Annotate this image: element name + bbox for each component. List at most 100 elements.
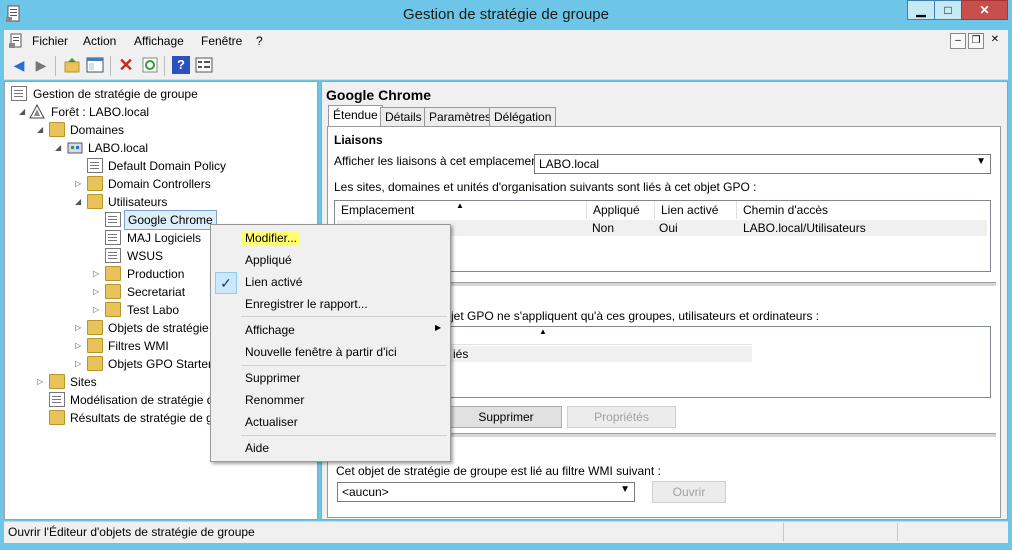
tab-delegation[interactable]: Délégation — [489, 107, 557, 127]
location-combobox[interactable]: LABO.local ▼ — [534, 154, 991, 174]
menu-item-lien-active[interactable]: Lien activé — [245, 275, 302, 289]
ou-folder-icon — [105, 284, 121, 299]
menu-separator — [241, 365, 447, 366]
security-filter-listview[interactable]: ▲ iés — [450, 326, 991, 398]
menu-action[interactable]: Action — [83, 34, 116, 48]
section-splitter[interactable] — [450, 433, 996, 437]
menu-item-renommer[interactable]: Renommer — [245, 393, 304, 407]
menu-item-enregistrer-rapport[interactable]: Enregistrer le rapport... — [245, 297, 368, 311]
sort-up-icon: ▲ — [539, 327, 547, 336]
status-text: Ouvrir l'Éditeur d'objets de stratégie d… — [8, 525, 255, 539]
col-applique[interactable]: Appliqué — [587, 201, 655, 219]
show-links-label: Afficher les liaisons à cet emplacement … — [334, 154, 548, 168]
tab-etendue[interactable]: Étendue — [328, 105, 383, 127]
back-arrow-icon[interactable]: ◀ — [10, 56, 28, 74]
wmi-filter-combobox[interactable]: <aucun> ▼ — [337, 482, 635, 502]
collapsed-arrow-icon[interactable]: ▷ — [75, 319, 81, 337]
gpo-link-icon — [105, 230, 121, 245]
security-filter-text: jet GPO ne s'appliquent qu'à ces groupes… — [451, 309, 820, 323]
toolbar-separator — [164, 56, 165, 76]
gpo-link-icon — [105, 212, 121, 227]
col-lien-active[interactable]: Lien activé — [655, 201, 737, 219]
col-chemin[interactable]: Chemin d'accès — [737, 201, 990, 219]
menu-fichier[interactable]: Fichier — [32, 34, 68, 48]
gpo-link-icon — [87, 158, 103, 173]
mdi-minimize-button[interactable]: – — [950, 33, 966, 49]
status-separator — [783, 523, 784, 541]
header-divider — [451, 344, 752, 345]
wmi-filter-text: Cet objet de stratégie de groupe est lié… — [336, 464, 661, 478]
show-hide-tree-icon[interactable] — [86, 56, 104, 74]
links-heading: Liaisons — [334, 133, 383, 147]
results-icon — [49, 410, 65, 425]
mdi-close-button[interactable]: ✕ — [987, 33, 1003, 49]
ou-folder-icon — [105, 266, 121, 281]
gpo-link-icon — [105, 248, 121, 263]
menu-item-supprimer[interactable]: Supprimer — [245, 371, 300, 385]
menu-item-modifier[interactable]: Modifier... — [242, 231, 301, 245]
context-menu: Modifier... Appliqué ✓ Lien activé Enreg… — [210, 224, 451, 462]
menu-item-nouvelle-fenetre[interactable]: Nouvelle fenêtre à partir d'ici — [245, 345, 397, 359]
properties-pane-icon[interactable] — [195, 56, 213, 74]
menu-help[interactable]: ? — [256, 34, 263, 48]
open-button[interactable]: Ouvrir — [652, 481, 726, 503]
menu-fenetre[interactable]: Fenêtre — [201, 34, 242, 48]
ou-folder-icon — [87, 194, 103, 209]
gpo-title: Google Chrome — [326, 87, 432, 103]
expanded-arrow-icon[interactable]: ◢ — [75, 193, 81, 211]
row-applique-value: Non — [592, 221, 615, 235]
collapsed-arrow-icon[interactable]: ▷ — [75, 175, 81, 193]
linked-sites-text: Les sites, domaines et unités d'organisa… — [334, 180, 757, 194]
menu-item-affichage[interactable]: Affichage — [245, 323, 295, 337]
forward-arrow-icon[interactable]: ▶ — [32, 56, 50, 74]
up-folder-icon[interactable] — [63, 56, 81, 74]
expanded-arrow-icon[interactable]: ◢ — [37, 121, 43, 139]
forest-triangle-icon — [29, 103, 45, 119]
status-separator — [897, 523, 898, 541]
collapsed-arrow-icon[interactable]: ▷ — [75, 337, 81, 355]
close-button[interactable]: ✕ — [961, 0, 1008, 20]
chevron-down-icon: ▼ — [620, 484, 630, 495]
expanded-arrow-icon[interactable]: ◢ — [55, 139, 61, 157]
row-chemin-value: LABO.local/Utilisateurs — [743, 221, 866, 235]
filter-item-label: iés — [453, 347, 469, 361]
list-item[interactable] — [451, 346, 752, 362]
toolbar-separator — [110, 56, 111, 76]
console-icon — [11, 86, 27, 101]
row-lien-active-value: Oui — [659, 221, 678, 235]
minimize-button[interactable]: ▁ — [907, 0, 935, 20]
sites-folder-icon — [49, 374, 65, 389]
maximize-button[interactable]: □ — [934, 0, 962, 20]
help-icon[interactable]: ? — [172, 56, 190, 74]
delete-x-icon[interactable]: ✕ — [117, 56, 135, 74]
ou-folder-icon — [105, 302, 121, 317]
collapsed-arrow-icon[interactable]: ▷ — [75, 355, 81, 373]
domains-folder-icon — [49, 122, 65, 137]
window-title: Gestion de stratégie de groupe — [403, 6, 609, 23]
menu-separator — [241, 316, 447, 317]
menu-item-aide[interactable]: Aide — [245, 441, 269, 455]
wmi-folder-icon — [87, 338, 103, 353]
starter-folder-icon — [87, 356, 103, 371]
refresh-icon[interactable] — [141, 56, 159, 74]
collapsed-arrow-icon[interactable]: ▷ — [37, 373, 43, 391]
collapsed-arrow-icon[interactable]: ▷ — [93, 265, 99, 283]
domain-icon — [67, 140, 83, 155]
menu-item-actualiser[interactable]: Actualiser — [245, 415, 298, 429]
menu-item-applique[interactable]: Appliqué — [245, 253, 292, 267]
menu-affichage[interactable]: Affichage — [134, 34, 184, 48]
document-icon[interactable] — [9, 33, 25, 49]
section-splitter[interactable] — [450, 282, 996, 286]
sort-up-icon: ▲ — [456, 201, 464, 210]
tab-details[interactable]: Détails — [380, 107, 427, 127]
expanded-arrow-icon[interactable]: ◢ — [19, 103, 25, 121]
collapsed-arrow-icon[interactable]: ▷ — [93, 283, 99, 301]
submenu-arrow-icon: ▶ — [435, 323, 442, 332]
menu-separator — [241, 435, 447, 436]
tab-parametres[interactable]: Paramètres — [424, 107, 497, 127]
ou-folder-icon — [87, 176, 103, 191]
mdi-restore-button[interactable]: ❐ — [968, 33, 984, 49]
collapsed-arrow-icon[interactable]: ▷ — [93, 301, 99, 319]
delete-button[interactable]: Supprimer — [450, 406, 562, 428]
properties-button[interactable]: Propriétés — [567, 406, 676, 428]
